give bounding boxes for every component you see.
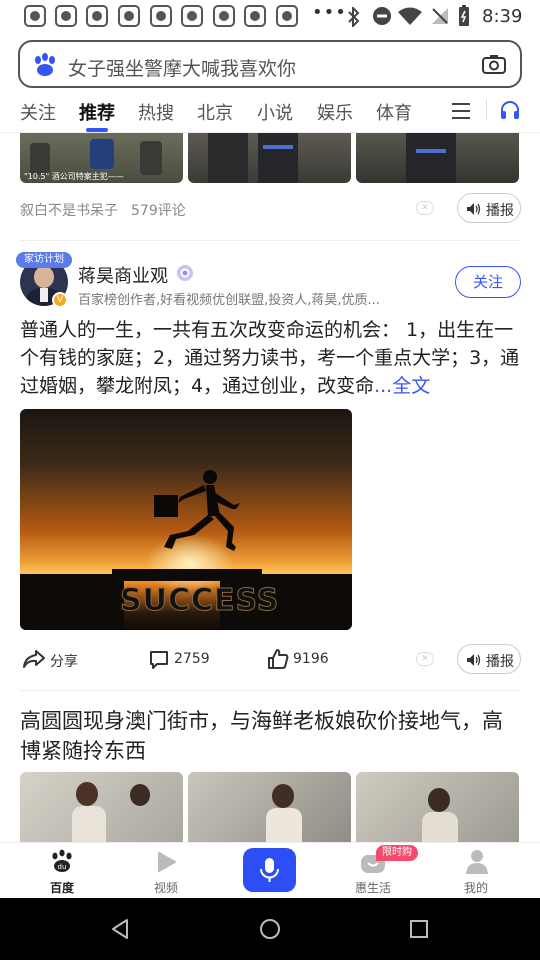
- speaker-icon: [467, 203, 481, 215]
- news-thumbnail[interactable]: [188, 772, 351, 844]
- back-icon[interactable]: [110, 918, 130, 940]
- level-badge-icon: [177, 265, 193, 281]
- author-description: 百家榜创作者,好看视频优创联盟,投资人,蒋昊,优质...: [78, 293, 380, 308]
- speaker-icon: [467, 654, 481, 666]
- tab-recommend[interactable]: 推荐: [79, 99, 115, 125]
- comment-count[interactable]: 2759: [174, 651, 210, 667]
- news-thumbnail[interactable]: "10.5" 酒公司特案主犯——: [20, 133, 183, 183]
- baidu-notification-icon: [55, 5, 77, 27]
- image-caption: "10.5" 酒公司特案主犯——: [24, 172, 124, 181]
- nav-video-label[interactable]: 视频: [136, 879, 196, 896]
- broadcast-label: 播报: [486, 203, 514, 219]
- news-title[interactable]: 高圆圆现身澳门街市，与海鲜老板娘砍价接地气，高博紧随拎东西: [20, 706, 520, 766]
- tab-divider: [486, 100, 487, 120]
- camera-icon[interactable]: [482, 54, 506, 74]
- more-notifications: •••: [312, 2, 347, 23]
- like-count[interactable]: 9196: [293, 651, 329, 667]
- home-icon[interactable]: [258, 917, 282, 941]
- creator-badge: 家访计划: [16, 252, 72, 268]
- tab-follow[interactable]: 关注: [20, 99, 56, 125]
- tab-novel[interactable]: 小说: [257, 99, 293, 125]
- baidu-notification-icon: [181, 5, 203, 27]
- do-not-disturb-icon: [373, 7, 391, 25]
- headphones-icon[interactable]: [499, 99, 521, 121]
- broadcast-button[interactable]: 播报: [457, 644, 521, 674]
- wifi-icon: [398, 7, 422, 25]
- tab-beijing[interactable]: 北京: [197, 99, 233, 125]
- voice-search-button[interactable]: [243, 848, 296, 892]
- news-thumbnail[interactable]: [188, 133, 351, 183]
- verified-icon: V: [52, 292, 68, 308]
- share-icon[interactable]: [22, 648, 46, 670]
- share-label[interactable]: 分享: [50, 651, 78, 671]
- comment-icon[interactable]: [148, 649, 170, 671]
- broadcast-label: 播报: [486, 654, 514, 670]
- post-text: 普通人的一生，一共有五次改变命运的机会： 1，出生在一个有钱的家庭；2，通过努力…: [20, 319, 520, 397]
- dismiss-icon[interactable]: ✕: [416, 652, 434, 666]
- status-bar: ••• 8:39: [0, 0, 540, 34]
- author-name[interactable]: 蒋昊商业观: [78, 262, 168, 288]
- news-thumbnail[interactable]: [356, 772, 519, 844]
- svg-text:du: du: [58, 863, 67, 871]
- no-signal-icon: [432, 8, 448, 24]
- news-thumbnail[interactable]: [356, 133, 519, 183]
- menu-icon[interactable]: [452, 102, 472, 120]
- tab-hot-search[interactable]: 热搜: [138, 99, 174, 125]
- post-body[interactable]: 普通人的一生，一共有五次改变命运的机会： 1，出生在一个有钱的家庭；2，通过努力…: [20, 316, 520, 400]
- battery-icon: [459, 5, 469, 26]
- search-input[interactable]: 女子强坐警摩大喊我喜欢你: [68, 54, 296, 81]
- divider: [20, 690, 520, 691]
- search-box[interactable]: 女子强坐警摩大喊我喜欢你: [18, 40, 522, 88]
- expand-full-text-link[interactable]: ...全文: [374, 375, 430, 397]
- comment-count: 579评论: [131, 203, 186, 219]
- baidu-home-icon[interactable]: du: [50, 849, 74, 873]
- baidu-paw-icon: [35, 53, 55, 76]
- post-image[interactable]: SUCCESS: [20, 409, 352, 630]
- clock: 8:39: [482, 6, 523, 27]
- nav-me-label[interactable]: 我的: [446, 879, 506, 896]
- limited-sale-badge: 限时购: [376, 845, 418, 861]
- profile-icon[interactable]: [465, 849, 489, 875]
- news-thumbnail[interactable]: [20, 772, 183, 844]
- video-play-icon[interactable]: [155, 851, 177, 873]
- microphone-icon: [260, 858, 279, 882]
- bottom-nav: du 百度 视频 限时购 惠生活 我的: [0, 842, 540, 898]
- tab-sports[interactable]: 体育: [376, 99, 412, 125]
- like-icon[interactable]: [267, 648, 289, 670]
- baidu-notification-icon: [276, 5, 298, 27]
- news-source: 叙白不是书呆子: [20, 203, 118, 219]
- recents-icon[interactable]: [409, 919, 429, 939]
- nav-life-label[interactable]: 惠生活: [343, 879, 403, 896]
- follow-button[interactable]: 关注: [455, 266, 521, 298]
- baidu-notification-icon: [24, 5, 46, 27]
- success-text: SUCCESS: [119, 583, 280, 619]
- system-nav-bar: [0, 898, 540, 960]
- baidu-notification-icon: [118, 5, 140, 27]
- tab-entertainment[interactable]: 娱乐: [317, 99, 353, 125]
- baidu-notification-icon: [150, 5, 172, 27]
- dismiss-icon[interactable]: ✕: [416, 201, 434, 215]
- baidu-notification-icon: [244, 5, 266, 27]
- jumping-man-silhouette: [154, 470, 240, 551]
- bluetooth-icon: [348, 7, 360, 27]
- baidu-notification-icon: [86, 5, 108, 27]
- divider: [20, 240, 520, 241]
- broadcast-button[interactable]: 播报: [457, 193, 521, 223]
- nav-baidu-label[interactable]: 百度: [32, 879, 92, 896]
- baidu-notification-icon: [213, 5, 235, 27]
